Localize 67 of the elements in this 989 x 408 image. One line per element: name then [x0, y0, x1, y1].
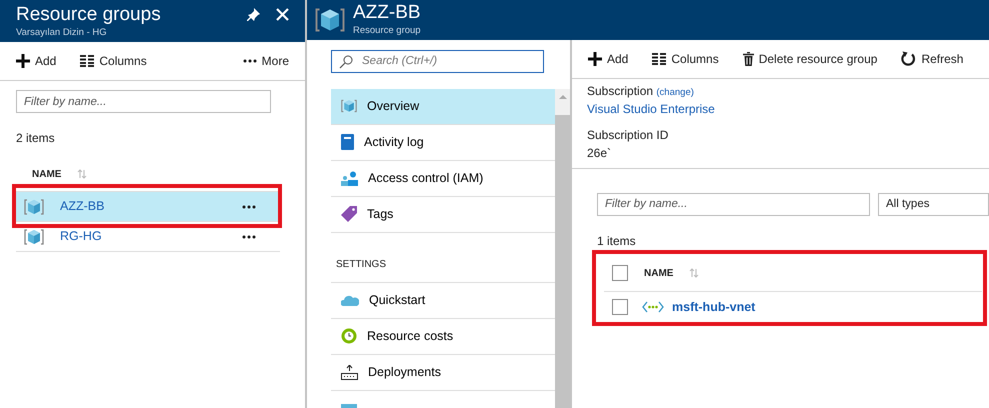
network-icon: [642, 300, 664, 313]
more-button[interactable]: More: [242, 52, 289, 70]
resource-link[interactable]: msft-hub-vnet: [672, 298, 756, 316]
coin-icon: [341, 328, 357, 344]
log-icon: [341, 134, 354, 150]
add-button[interactable]: Add: [16, 52, 56, 70]
field-label: Subscription ID: [587, 127, 670, 144]
tag-icon: [341, 206, 357, 222]
search-field[interactable]: Search (Ctrl+/): [331, 50, 544, 73]
field-label: Subscription: [587, 84, 654, 98]
close-button[interactable]: [276, 8, 289, 21]
select-all-checkbox[interactable]: [612, 265, 628, 282]
refresh-icon: [901, 51, 916, 66]
deployment-icon: [341, 364, 358, 380]
resource-group-link[interactable]: RG-HG: [60, 227, 226, 246]
resource-group-row[interactable]: RG-HG: [16, 222, 280, 252]
close-icon: [276, 8, 289, 21]
item-count: 2 items: [16, 130, 56, 147]
cube-icon: [24, 196, 44, 216]
sort-icon: [689, 268, 700, 278]
columns-button[interactable]: Columns: [80, 52, 147, 70]
menu-item[interactable]: Quickstart: [331, 282, 555, 319]
panel-title: Resource groups: [16, 4, 162, 26]
pin-button[interactable]: [247, 8, 260, 21]
subscription-link[interactable]: Visual Studio Enterprise: [587, 100, 974, 118]
cloud-icon: [341, 294, 359, 306]
blade-subtitle: Resource group: [353, 24, 421, 38]
resource-group-link[interactable]: AZZ-BB: [60, 197, 226, 216]
columns-button[interactable]: Columns: [652, 50, 719, 68]
column-header: NAME: [644, 266, 674, 281]
menu-item[interactable]: Tags: [331, 196, 555, 233]
menu-item[interactable]: Overview: [331, 88, 555, 125]
type-dropdown[interactable]: All types: [878, 192, 989, 216]
search-icon: [339, 54, 353, 69]
people-icon: [341, 170, 358, 186]
row-menu-button[interactable]: [242, 234, 256, 238]
row-checkbox[interactable]: [612, 298, 628, 315]
filter-field[interactable]: Filter by name...: [597, 192, 870, 216]
sort-icon: [77, 169, 88, 179]
pin-icon: [247, 8, 260, 21]
more-icon: [242, 204, 256, 208]
row-menu-button[interactable]: [242, 204, 256, 208]
trash-icon: [742, 52, 754, 66]
delete-button[interactable]: Delete resource group: [742, 50, 878, 68]
more-icon: [242, 234, 256, 238]
menu-item[interactable]: Resource costs: [331, 318, 555, 355]
field-value: 26e`: [587, 145, 612, 162]
blade-title: AZZ-BB: [353, 2, 421, 24]
resource-group-row[interactable]: AZZ-BB: [16, 192, 280, 222]
cube-icon: [341, 98, 357, 114]
panel-subtitle: Varsayılan Dizin - HG: [16, 26, 108, 40]
menu-item[interactable]: Access control (IAM): [331, 160, 555, 197]
refresh-button[interactable]: Refresh: [901, 50, 964, 68]
scrollbar[interactable]: [555, 88, 570, 408]
columns-icon: [80, 55, 94, 67]
scroll-up-icon: [558, 94, 566, 99]
change-link[interactable]: (change): [656, 86, 694, 98]
column-header: NAME: [32, 168, 62, 182]
plus-icon: [588, 52, 602, 66]
item-count: 1 items: [596, 232, 637, 250]
menu-item[interactable]: Activity log: [331, 124, 555, 161]
filter-field[interactable]: Filter by name...: [16, 90, 271, 113]
cube-icon: [24, 226, 44, 246]
plus-icon: [16, 54, 30, 68]
add-button[interactable]: Add: [588, 50, 628, 68]
more-icon: [242, 59, 257, 63]
columns-icon: [652, 52, 666, 65]
